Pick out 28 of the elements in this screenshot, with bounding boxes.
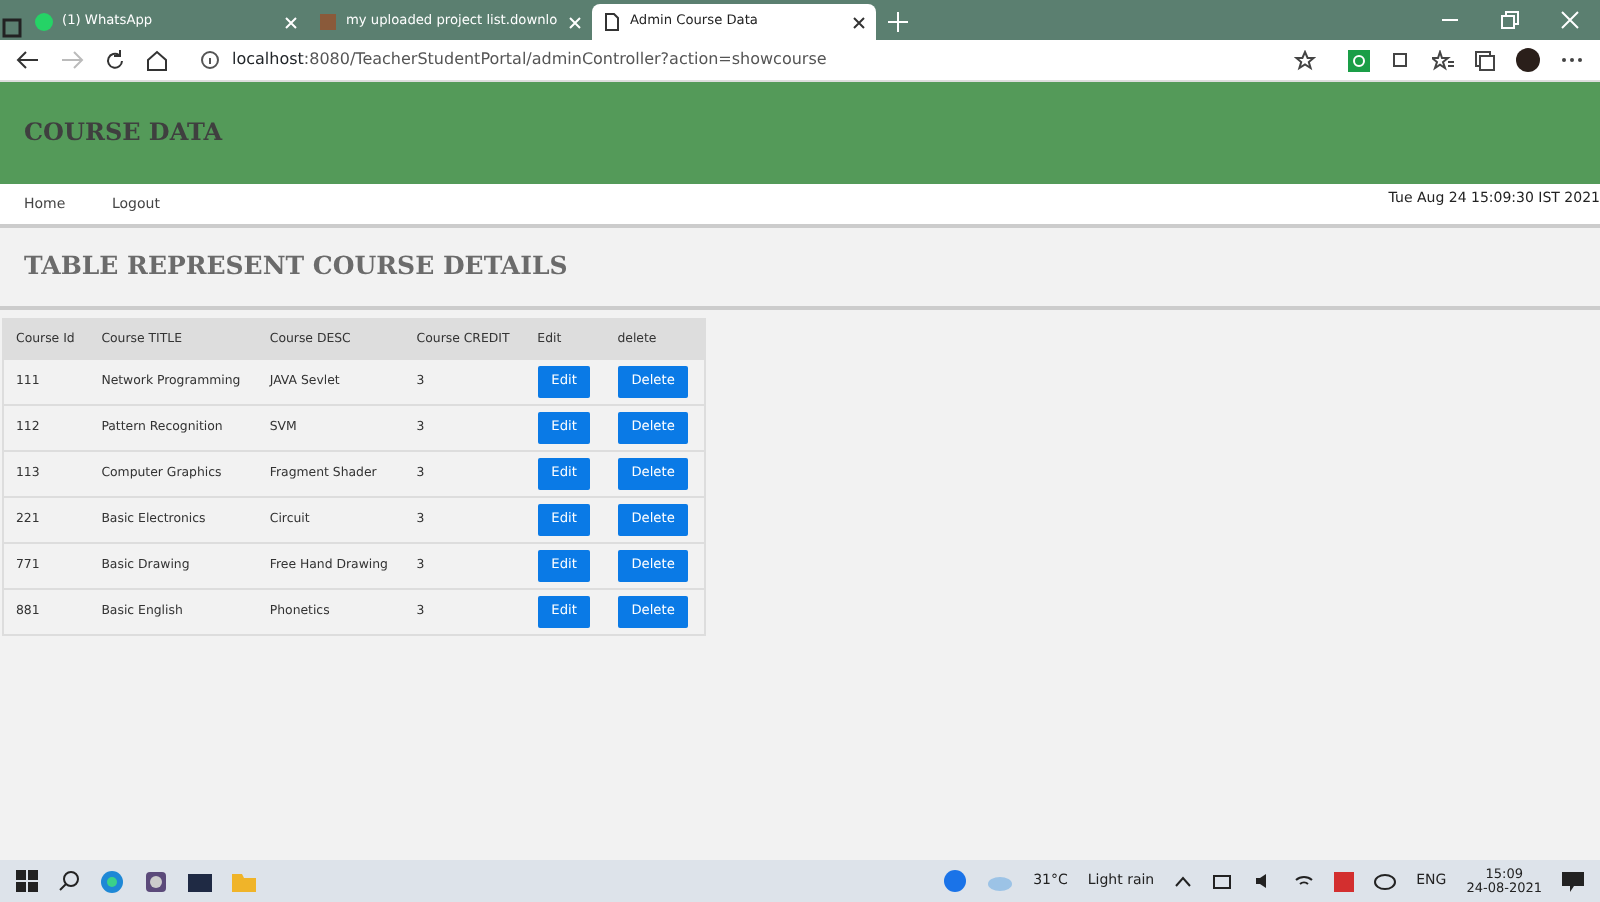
- close-icon[interactable]: [852, 15, 866, 29]
- more-icon[interactable]: [1560, 56, 1584, 64]
- favorites-icon[interactable]: [1432, 49, 1454, 71]
- back-icon[interactable]: [16, 50, 40, 70]
- forward-icon: [60, 50, 84, 70]
- reload-icon[interactable]: [104, 49, 126, 71]
- wifi-icon[interactable]: [1294, 872, 1315, 890]
- page-heading: TABLE REPRESENT COURSE DETAILS: [0, 228, 1600, 310]
- cloud-icon: [985, 871, 1014, 891]
- search-icon[interactable]: [58, 870, 80, 892]
- image-icon: [318, 12, 338, 32]
- start-icon[interactable]: [16, 870, 38, 892]
- tab-actions-icon[interactable]: [0, 16, 24, 40]
- app-icon[interactable]: [144, 869, 168, 893]
- restore-icon[interactable]: [1500, 10, 1520, 30]
- notification-icon[interactable]: [1562, 871, 1584, 891]
- favorite-star-icon[interactable]: [1294, 49, 1316, 71]
- chat-icon: [34, 12, 54, 32]
- chevron-up-icon[interactable]: [1174, 875, 1193, 887]
- collections-icon[interactable]: [1474, 49, 1496, 71]
- info-icon: [200, 50, 220, 70]
- site-title: COURSE DATA: [24, 118, 223, 148]
- profile-avatar[interactable]: [1516, 48, 1540, 72]
- home-icon[interactable]: [146, 49, 168, 71]
- extension-icon[interactable]: [1348, 49, 1370, 71]
- page-icon: [602, 12, 622, 32]
- browser-icon[interactable]: [100, 869, 124, 893]
- new-tab-icon[interactable]: [888, 12, 908, 32]
